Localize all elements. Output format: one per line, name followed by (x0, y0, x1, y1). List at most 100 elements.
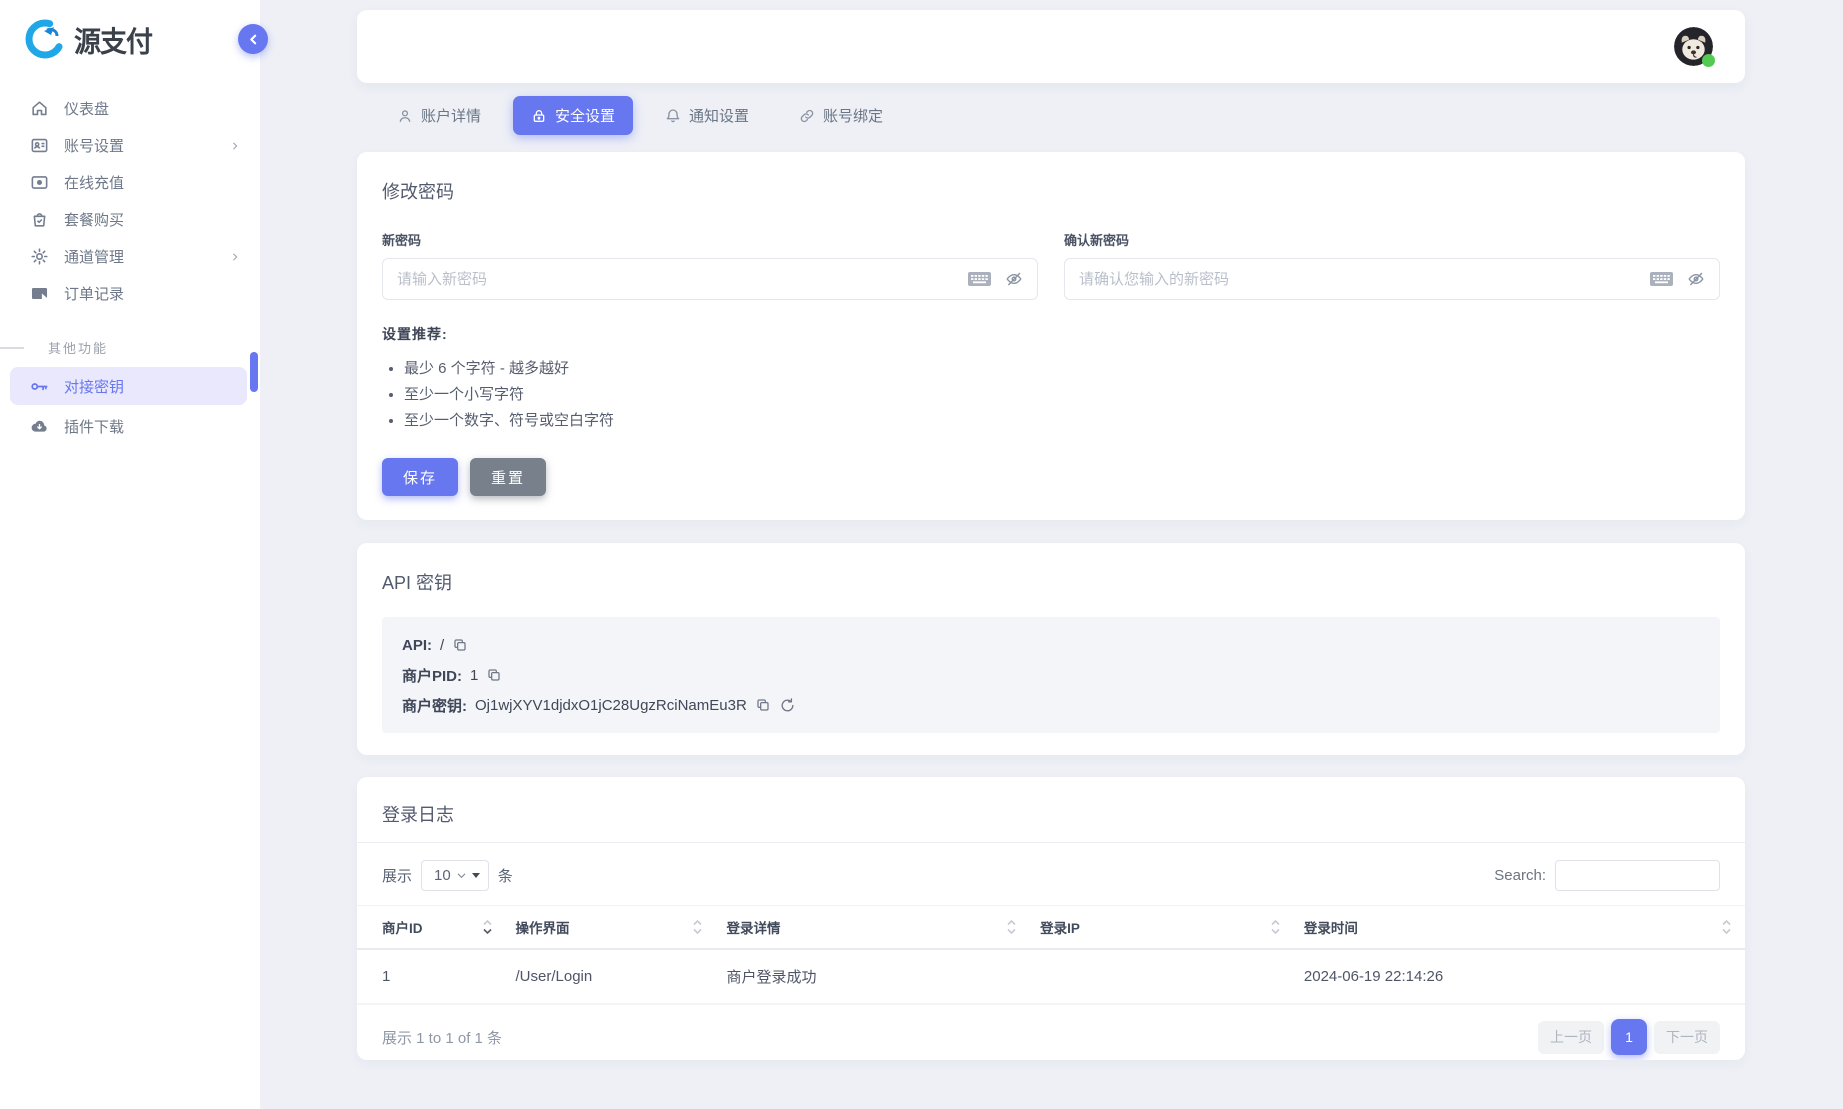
lock-icon (531, 108, 547, 124)
sidebar: 源支付 仪表盘 账号设置 在线充值 (0, 0, 260, 1109)
column-header-login-ip[interactable]: 登录IP (1030, 906, 1294, 950)
virtual-keyboard-icon[interactable] (1649, 270, 1674, 288)
next-page-button[interactable]: 下一页 (1654, 1021, 1720, 1054)
sort-icon (1722, 920, 1731, 935)
new-password-input[interactable] (397, 271, 967, 288)
copy-icon[interactable] (755, 697, 771, 713)
tab-account-details[interactable]: 账户详情 (379, 96, 499, 135)
merchant-pid-row: 商户PID: 1 (402, 660, 1700, 690)
sidebar-item-package-purchase[interactable]: 套餐购买 (0, 201, 260, 238)
key-icon (30, 377, 49, 396)
column-header-operation-page[interactable]: 操作界面 (506, 906, 717, 950)
sidebar-item-label: 套餐购买 (64, 209, 124, 230)
api-url-value: / (440, 637, 444, 654)
table-row: 1 /User/Login 商户登录成功 2024-06-19 22:14:26 (357, 949, 1745, 1004)
reset-button[interactable]: 重置 (470, 458, 546, 496)
regenerate-key-icon[interactable] (779, 697, 796, 714)
brand-swirl-icon (24, 18, 66, 60)
sidebar-main-menu: 仪表盘 账号设置 在线充值 套餐购买 通道 (0, 90, 260, 312)
tab-label: 通知设置 (689, 105, 749, 126)
sidebar-item-channel-management[interactable]: 通道管理 (0, 238, 260, 275)
login-logs-card: 登录日志 展示 10 条 Search: 商户ID (357, 777, 1745, 1060)
password-tips-title: 设置推荐: (382, 324, 1720, 344)
new-password-group: 新密码 (382, 230, 1038, 300)
column-header-merchant-id[interactable]: 商户ID (357, 906, 506, 950)
top-bar (357, 10, 1745, 83)
orders-icon (30, 284, 49, 303)
length-prefix-label: 展示 (382, 865, 412, 886)
main-content: 账户详情 安全设置 通知设置 账号绑定 修改密码 新密码 (357, 0, 1745, 1060)
sidebar-item-label: 仪表盘 (64, 98, 109, 119)
chevron-down-icon (456, 870, 467, 881)
toggle-password-visibility-icon[interactable] (1687, 270, 1705, 288)
link-icon (799, 108, 815, 124)
confirm-password-input[interactable] (1079, 271, 1649, 288)
sort-icon (1007, 920, 1016, 935)
merchant-secret-row: 商户密钥: Oj1wjXYV1djdxO1jC28UgzRciNamEu3R (402, 690, 1700, 720)
user-avatar[interactable] (1674, 27, 1713, 66)
sidebar-item-label: 订单记录 (64, 283, 124, 304)
sidebar-collapse-button[interactable] (238, 24, 268, 54)
sidebar-item-label: 在线充值 (64, 172, 124, 193)
sidebar-item-api-keys[interactable]: 对接密钥 (10, 367, 247, 405)
confirm-password-group: 确认新密码 (1064, 230, 1720, 300)
copy-icon[interactable] (452, 637, 468, 653)
virtual-keyboard-icon[interactable] (967, 270, 992, 288)
sidebar-item-order-records[interactable]: 订单记录 (0, 275, 260, 312)
tab-label: 账户详情 (421, 105, 481, 126)
table-search-input[interactable] (1555, 860, 1720, 891)
column-header-login-time[interactable]: 登录时间 (1294, 906, 1745, 950)
api-url-label: API: (402, 637, 432, 654)
toggle-password-visibility-icon[interactable] (1005, 270, 1023, 288)
settings-tabs: 账户详情 安全设置 通知设置 账号绑定 (357, 96, 1745, 135)
api-keys-card: API 密钥 API: / 商户PID: 1 商户密钥: Oj1wjXYV1dj… (357, 543, 1745, 755)
brand-name: 源支付 (74, 19, 152, 60)
page-size-select[interactable]: 10 (421, 860, 489, 891)
tab-label: 账号绑定 (823, 105, 883, 126)
id-card-icon (30, 136, 49, 155)
user-icon (397, 108, 413, 124)
previous-page-button[interactable]: 上一页 (1538, 1021, 1604, 1054)
section-divider (0, 347, 24, 349)
sort-icon (693, 920, 702, 935)
chevron-right-icon (230, 141, 240, 151)
merchant-pid-label: 商户PID: (402, 665, 462, 686)
section-label: 其他功能 (48, 338, 108, 357)
merchant-secret-label: 商户密钥: (402, 695, 467, 716)
sort-icon (483, 920, 492, 935)
merchant-secret-value: Oj1wjXYV1djdxO1jC28UgzRciNamEu3R (475, 697, 747, 714)
sidebar-item-account-settings[interactable]: 账号设置 (0, 127, 260, 164)
cell-login-time: 2024-06-19 22:14:26 (1294, 949, 1745, 1004)
tab-account-binding[interactable]: 账号绑定 (781, 96, 901, 135)
sidebar-item-plugin-download[interactable]: 插件下载 (0, 407, 260, 445)
sidebar-item-label: 通道管理 (64, 246, 124, 267)
active-item-indicator (250, 352, 258, 392)
login-logs-table: 商户ID 操作界面 登录详情 登录IP (357, 905, 1745, 1005)
brand-logo[interactable]: 源支付 (0, 0, 260, 74)
cell-operation-page: /User/Login (506, 949, 717, 1004)
card-title-api-keys: API 密钥 (382, 569, 1720, 595)
card-title-login-logs: 登录日志 (382, 801, 1720, 827)
copy-icon[interactable] (486, 667, 502, 683)
package-icon (30, 210, 49, 229)
cell-login-detail: 商户登录成功 (716, 949, 1030, 1004)
tab-notification-settings[interactable]: 通知设置 (647, 96, 767, 135)
password-tip: 最少 6 个字符 - 越多越好 (404, 356, 1720, 382)
column-header-login-detail[interactable]: 登录详情 (716, 906, 1030, 950)
tab-security-settings[interactable]: 安全设置 (513, 96, 633, 135)
current-page-button[interactable]: 1 (1611, 1019, 1647, 1055)
table-info-text: 展示 1 to 1 of 1 条 (382, 1027, 502, 1048)
online-status-dot (1702, 54, 1715, 67)
sidebar-item-dashboard[interactable]: 仪表盘 (0, 90, 260, 127)
cloud-download-icon (30, 417, 49, 436)
pagination: 上一页 1 下一页 (1538, 1019, 1720, 1055)
chevron-left-icon (247, 33, 260, 46)
save-button[interactable]: 保存 (382, 458, 458, 496)
search-label: Search: (1494, 867, 1546, 884)
sidebar-item-recharge[interactable]: 在线充值 (0, 164, 260, 201)
new-password-label: 新密码 (382, 230, 1038, 249)
table-footer: 展示 1 to 1 of 1 条 上一页 1 下一页 (357, 1005, 1745, 1055)
password-tip: 至少一个小写字符 (404, 382, 1720, 408)
page-size-value: 10 (434, 867, 451, 884)
password-tip: 至少一个数字、符号或空白字符 (404, 408, 1720, 434)
